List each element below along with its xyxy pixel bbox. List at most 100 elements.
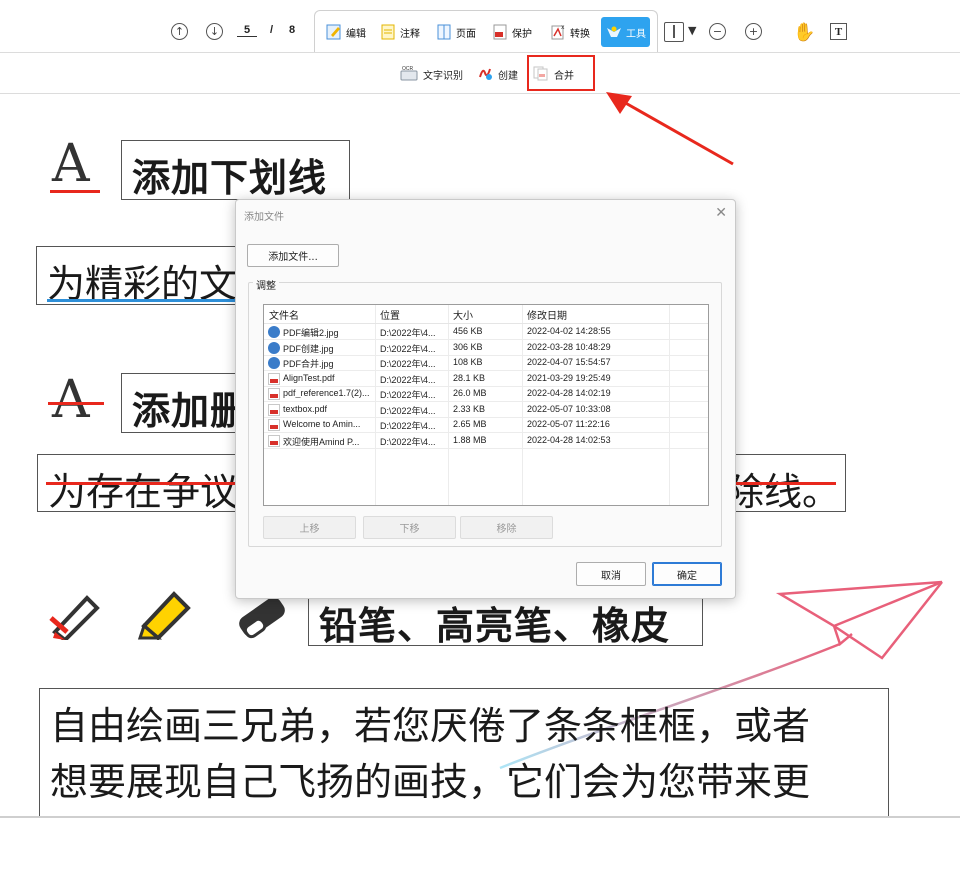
pencil-icon [49, 595, 100, 640]
pdf-file-icon [268, 388, 280, 400]
column-header-name[interactable]: 文件名 [269, 307, 299, 322]
cell-size: 26.0 MB [453, 388, 487, 398]
table-row[interactable]: 欢迎使用Amind P... D:\2022年\4... 1.88 MB 2022-0… [264, 434, 708, 449]
tab-protect-label: 保护 [512, 28, 532, 40]
prev-page-button[interactable]: ↑ [171, 23, 188, 40]
underline-red-bar [50, 190, 100, 193]
cell-location: D:\2022年\4... [380, 328, 436, 338]
table-row[interactable]: textbox.pdf D:\2022年\4... 2.33 KB 2022-05-0… [264, 403, 708, 418]
cell-size: 28.1 KB [453, 372, 486, 383]
tab-tools[interactable]: 工具 [601, 17, 650, 47]
cell-name: textbox.pdf [283, 403, 328, 414]
paragraph-line-2: 想要展现自己飞扬的画技，它们会为您带来更 [50, 760, 811, 804]
cell-location: D:\2022年\4... [380, 421, 436, 431]
cell-size: 2.65 MB [453, 419, 487, 429]
close-icon[interactable]: ✕ [715, 205, 727, 221]
underline-heading-box: 添加下划线 [121, 140, 350, 200]
zoom-out-button[interactable]: − [709, 23, 726, 40]
confirm-button[interactable]: 确定 [652, 562, 722, 586]
jpg-file-icon [268, 326, 280, 338]
cell-location: D:\2022年\4... [380, 343, 436, 354]
main-toolbar: ↑ ↓ 5 / 8 编辑 注释 页面 保护 x 转换 工具 ▼ − + ✋ T [0, 0, 960, 52]
cell-size: 306 KB [453, 341, 483, 352]
strike-sample-left: 为存在争议 [48, 470, 239, 514]
tab-bar: 编辑 注释 页面 保护 x 转换 工具 [314, 10, 658, 52]
highlighter-icon [137, 591, 191, 640]
table-row[interactable]: AlignTest.pdf D:\2022年\4... 28.1 KB 2021-03… [264, 372, 708, 387]
add-file-button[interactable]: 添加文件... [247, 244, 339, 267]
tools-subtoolbar: OCR 文字识别 创建 合并 [0, 53, 960, 93]
column-header-size[interactable]: 大小 [453, 307, 473, 322]
underline-sample-box: 为精彩的文 [36, 246, 241, 306]
cell-modified: 2022-04-28 14:02:19 [527, 388, 611, 398]
tab-page[interactable]: 页面 [435, 17, 476, 47]
tab-protect[interactable]: 保护 [491, 17, 532, 47]
zoom-in-button[interactable]: + [745, 23, 762, 40]
cell-name: PDF编辑2.jpg [283, 328, 339, 338]
remove-button[interactable]: 移除 [460, 516, 553, 539]
strike-heading: 添加删 [132, 389, 250, 433]
column-header-location[interactable]: 位置 [380, 307, 400, 322]
cancel-button[interactable]: 取消 [576, 562, 646, 586]
cell-name: PDF合并.jpg [283, 359, 334, 369]
table-row[interactable]: Welcome to Amin... D:\2022年\4... 2.65 MB 20… [264, 418, 708, 433]
subtoolbar-divider [0, 93, 960, 94]
underline-tool-icon: A [52, 134, 90, 194]
cell-modified: 2022-05-07 11:22:16 [527, 419, 610, 429]
tab-tools-label: 工具 [626, 28, 646, 40]
ocr-button[interactable]: OCR 文字识别 [400, 65, 463, 84]
cell-name: 欢迎使用Amind P... [283, 436, 360, 447]
file-table[interactable]: 文件名 位置 大小 修改日期 PDF编辑2.jpg D:\2022年\4... 45… [263, 304, 709, 506]
cell-location: D:\2022年\4... [380, 436, 436, 447]
cell-location: D:\2022年\4... [380, 359, 436, 369]
dialog-title: 添加文件 [244, 212, 284, 223]
tab-convert[interactable]: x 转换 [549, 17, 590, 47]
table-row[interactable]: pdf_reference1.7(2)... D:\2022年\4... 26.0 … [264, 387, 708, 402]
create-label: 创建 [498, 71, 518, 82]
table-header: 文件名 位置 大小 修改日期 [264, 305, 708, 324]
page-bottom-divider [0, 816, 960, 818]
tab-page-label: 页面 [456, 28, 476, 40]
merge-highlight-box [527, 55, 595, 91]
pdf-file-icon [268, 434, 280, 447]
current-page-input[interactable]: 5 [237, 24, 257, 37]
tab-annotate[interactable]: 注释 [379, 17, 420, 47]
edit-icon [325, 22, 343, 42]
table-row[interactable]: PDF编辑2.jpg D:\2022年\4... 456 KB 2022-04-02 … [264, 325, 708, 340]
cell-size: 2.33 KB [453, 403, 486, 414]
move-down-button[interactable]: 下移 [363, 516, 456, 539]
column-header-modified[interactable]: 修改日期 [527, 307, 567, 322]
pdf-file-icon [268, 403, 280, 416]
create-button[interactable]: 创建 [477, 65, 518, 84]
paragraph-line-1: 自由绘画三兄弟，若您厌倦了条条框框，或者 [50, 704, 811, 748]
text-select-icon[interactable]: T [830, 23, 847, 40]
page-icon [435, 22, 453, 42]
svg-text:OCR: OCR [402, 66, 414, 72]
tab-convert-label: 转换 [570, 28, 590, 40]
cell-location: D:\2022年\4... [380, 390, 436, 400]
ocr-label: 文字识别 [423, 71, 463, 82]
cell-modified: 2022-04-28 14:02:53 [527, 434, 611, 445]
cell-modified: 2022-04-02 14:28:55 [527, 326, 611, 336]
total-pages: 8 [289, 24, 296, 36]
tab-annotate-label: 注释 [400, 28, 420, 40]
cell-modified: 2022-05-07 10:33:08 [527, 403, 611, 414]
blue-underline [47, 299, 237, 302]
underline-heading: 添加下划线 [132, 156, 328, 200]
add-files-dialog: 添加文件 ✕ 添加文件... 调整 文件名 位置 大小 修改日期 PDF编辑2.… [235, 199, 736, 599]
next-page-button[interactable]: ↓ [206, 23, 223, 40]
tab-edit[interactable]: 编辑 [325, 17, 366, 47]
strike-sample-right: 除线。 [726, 470, 841, 514]
create-pdf-icon [477, 65, 493, 84]
hand-tool-icon[interactable]: ✋ [793, 22, 815, 43]
cell-name: PDF创建.jpg [283, 343, 334, 354]
view-mode-dropdown-icon[interactable]: ▼ [688, 24, 696, 37]
table-row[interactable]: PDF合并.jpg D:\2022年\4... 108 KB 2022-04-07 1… [264, 356, 708, 371]
paragraph-box: 自由绘画三兄弟，若您厌倦了条条框框，或者 想要展现自己飞扬的画技，它们会为您带来… [39, 688, 889, 818]
table-row[interactable]: PDF创建.jpg D:\2022年\4... 306 KB 2022-03-28 1… [264, 341, 708, 356]
cell-size: 1.88 MB [453, 434, 487, 445]
view-mode-icon[interactable] [664, 22, 684, 42]
adjust-group-label: 调整 [253, 277, 279, 292]
cell-size: 456 KB [453, 326, 483, 336]
move-up-button[interactable]: 上移 [263, 516, 356, 539]
